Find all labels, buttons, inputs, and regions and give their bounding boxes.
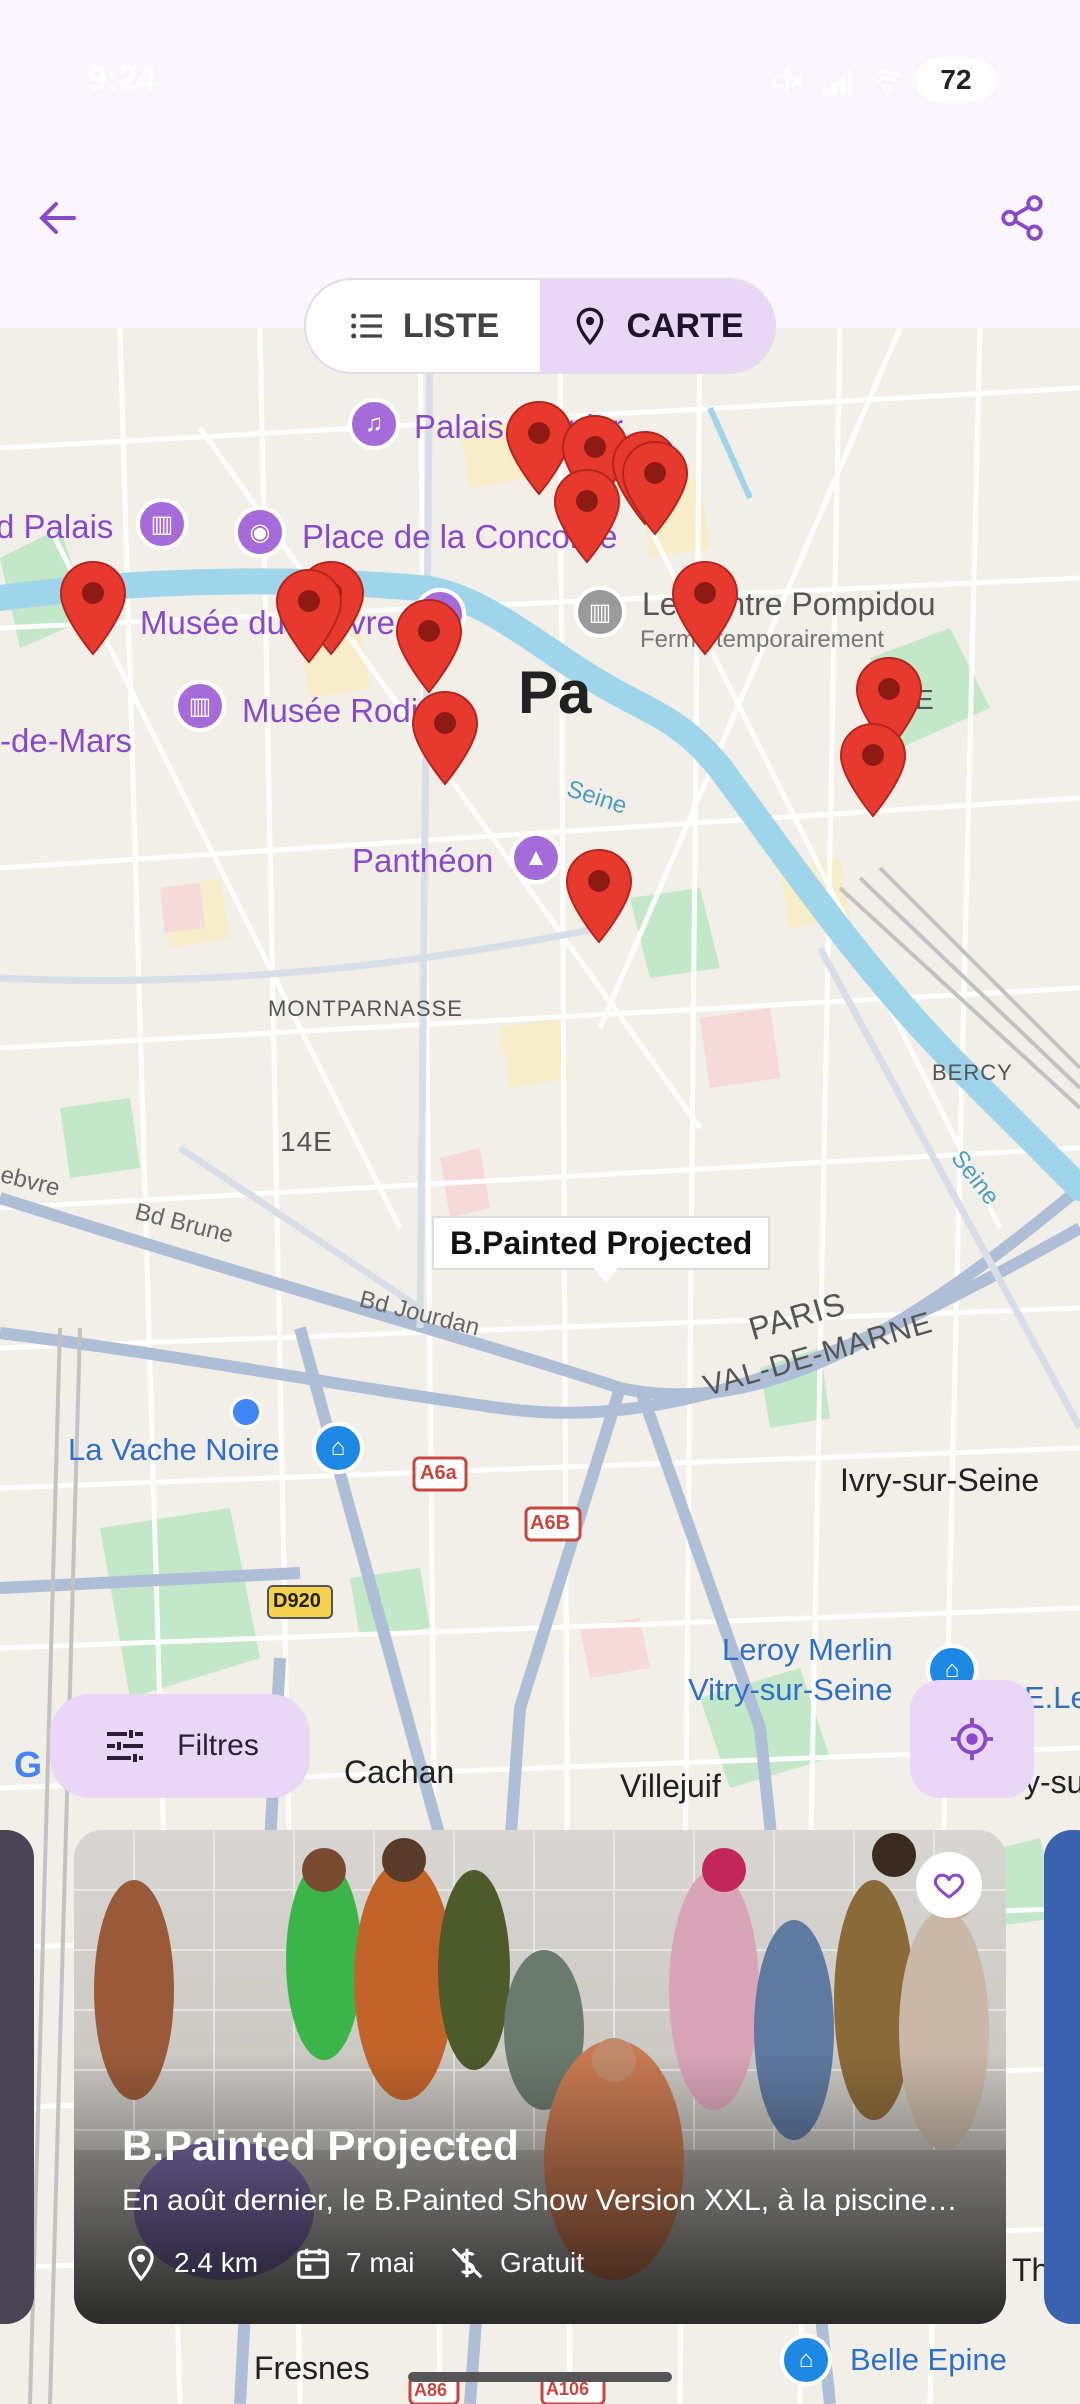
filters-label: Filtres: [177, 1729, 259, 1762]
event-date-value: 7 mai: [346, 2247, 415, 2278]
event-card[interactable]: B.Painted Projected En août dernier, le …: [74, 1830, 1006, 2324]
status-time: 9:24: [88, 60, 157, 98]
area-14e: 14E: [280, 1126, 333, 1157]
event-price-value: Gratuit: [500, 2247, 585, 2278]
arrow-back-icon: [39, 202, 76, 234]
landmark-icon[interactable]: ▲: [510, 832, 562, 884]
music-icon[interactable]: ♫: [348, 398, 400, 450]
location-pin-icon: [128, 2245, 154, 2282]
poi-leroy-merlin-city: Vitry-sur-Seine: [688, 1672, 893, 1707]
event-marker[interactable]: [670, 560, 740, 656]
back-button[interactable]: [22, 182, 94, 254]
area-bercy: BERCY: [932, 1060, 1013, 1085]
poi-pantheon[interactable]: Panthéon: [352, 842, 493, 880]
mute-icon: [772, 68, 803, 94]
event-marker[interactable]: [552, 468, 622, 564]
shopping-icon[interactable]: ⌂: [312, 1422, 364, 1474]
share-button[interactable]: [986, 182, 1058, 254]
status-bar: 9:24 72: [0, 0, 1080, 160]
tune-icon: [107, 1730, 144, 1762]
event-card-previous[interactable]: [0, 1830, 34, 2324]
road-a6a: A6a: [420, 1462, 457, 1484]
area-villejuif: Villejuif: [620, 1768, 721, 1804]
poi-belle-epine[interactable]: Belle Epine: [850, 2342, 1007, 2378]
poi-musee-rodin[interactable]: Musée Rodin: [242, 692, 436, 730]
area-fresnes: Fresnes: [254, 2350, 370, 2386]
wifi-icon: [871, 69, 903, 95]
view-toggle: LISTE CARTE: [304, 278, 776, 374]
share-icon: [1001, 195, 1043, 241]
tab-liste-label: LISTE: [402, 306, 500, 345]
event-description: En août dernier, le B.Painted Show Versi…: [122, 2184, 958, 2217]
event-card-next[interactable]: [1044, 1830, 1080, 2324]
poi-champ-de-mars[interactable]: -de-Mars: [0, 722, 132, 760]
museum-icon[interactable]: ▥: [136, 498, 188, 550]
list-icon: [350, 313, 382, 339]
poi-la-vache-noire[interactable]: La Vache Noire: [68, 1432, 279, 1468]
event-title: B.Painted Projected: [122, 2122, 519, 2169]
poi-grand-palais[interactable]: d Palais: [0, 508, 113, 546]
museum-icon[interactable]: ▥: [174, 680, 226, 732]
museum-icon[interactable]: ▥: [574, 586, 626, 638]
poi-leroy-merlin[interactable]: Leroy Merlin: [722, 1632, 893, 1668]
road-a106: A106: [546, 2379, 590, 2399]
event-marker[interactable]: [58, 560, 128, 656]
my-location-button[interactable]: [910, 1680, 1034, 1798]
event-marker[interactable]: [838, 722, 908, 818]
google-logo: G: [14, 1744, 43, 1785]
shopping-icon[interactable]: ⌂: [780, 2334, 832, 2386]
tab-carte-label: CARTE: [626, 306, 744, 345]
area-ivry-sur-seine: Ivry-sur-Seine: [840, 1462, 1040, 1498]
road-a86: A86: [414, 2380, 448, 2400]
area-montparnasse: MONTPARNASSE: [268, 996, 463, 1021]
my-location-icon: [950, 1717, 994, 1761]
event-distance: 2.4 km: [122, 2244, 258, 2282]
road-a6b: A6B: [530, 1512, 571, 1534]
selected-marker-tooltip[interactable]: B.Painted Projected: [432, 1216, 771, 1282]
area-cachan: Cachan: [344, 1754, 455, 1790]
filters-button[interactable]: Filtres: [50, 1694, 310, 1798]
map-pin-icon: [577, 307, 604, 346]
favorite-button[interactable]: [916, 1852, 982, 1918]
event-distance-value: 2.4 km: [174, 2247, 259, 2278]
tab-carte[interactable]: CARTE: [540, 280, 774, 372]
signal-icon: [822, 68, 852, 96]
battery-indicator: 72: [916, 58, 996, 102]
event-marker-selected[interactable]: [564, 848, 634, 944]
event-marker[interactable]: [274, 568, 344, 664]
event-price: Gratuit: [448, 2244, 584, 2282]
tab-liste[interactable]: LISTE: [306, 280, 540, 372]
event-marker[interactable]: [394, 598, 464, 694]
calendar-icon: [297, 2248, 329, 2279]
current-location-dot: [230, 1396, 262, 1428]
heart-outline-icon: [933, 1873, 965, 1899]
event-marker[interactable]: [410, 690, 480, 786]
event-marker[interactable]: [620, 440, 690, 536]
camera-icon[interactable]: ◉: [234, 506, 286, 558]
money-off-icon: [451, 2247, 483, 2279]
event-date: 7 mai: [294, 2244, 414, 2282]
road-d920: D920: [273, 1590, 321, 1612]
area-paris-label: Pa: [518, 659, 592, 726]
gesture-handle: [408, 2372, 672, 2382]
